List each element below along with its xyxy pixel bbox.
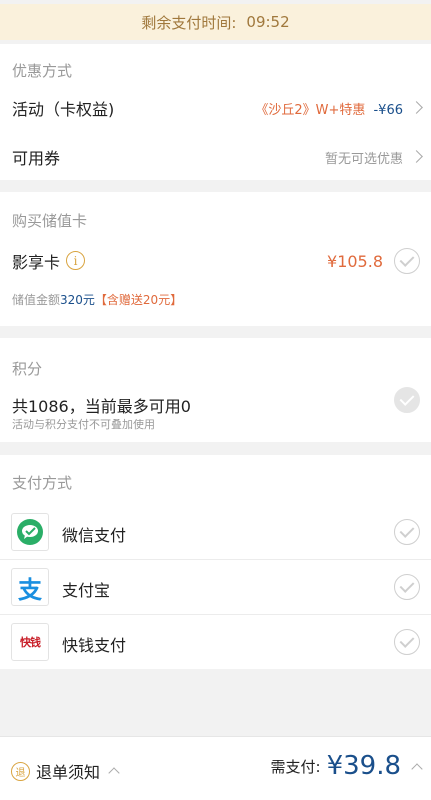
pay-amount: ¥39.8 xyxy=(326,751,401,781)
payment-countdown-bar: 剩余支付时间: 09:52 xyxy=(0,0,431,40)
refund-label: 退单须知 xyxy=(36,763,101,782)
coupon-value: 暂无可选优惠 xyxy=(324,152,403,167)
discount-section-title: 优惠方式 xyxy=(12,62,73,80)
kuaiqian-icon: 快钱 xyxy=(11,623,49,661)
chevron-right-icon xyxy=(410,101,423,114)
chevron-right-icon xyxy=(410,150,423,163)
payment-section-title: 支付方式 xyxy=(12,474,73,492)
payment-method-wechat[interactable]: 微信支付 xyxy=(0,505,431,559)
card-amount-line: 储值金额320元【含赠送20元】 xyxy=(12,293,183,307)
chevron-up-icon[interactable] xyxy=(411,763,423,775)
activity-amount: -¥66 xyxy=(373,103,403,118)
card-gift: 【含赠送20元】 xyxy=(94,293,183,307)
checkout-footer: 退 退单须知 需支付: ¥39.8 xyxy=(0,736,431,800)
payment-method-label: 微信支付 xyxy=(62,526,127,545)
countdown-value: 09:52 xyxy=(246,13,290,31)
payment-section: 支付方式 微信支付 支 支付宝 快钱 快钱支付 xyxy=(0,455,431,669)
discount-section: 优惠方式 活动（卡权益) 《沙丘2》W+特惠 -¥66 可用券 暂无可选优惠 xyxy=(0,44,431,180)
pay-total: 需支付: ¥39.8 xyxy=(270,751,423,781)
alipay-icon: 支 xyxy=(11,568,49,606)
stored-card-section: 购买储值卡 影享卡 i ¥105.8 储值金额320元【含赠送20元】 xyxy=(0,192,431,326)
info-icon[interactable]: i xyxy=(66,251,85,270)
wechat-pay-icon xyxy=(11,513,49,551)
points-section: 积分 共1086，当前最多可用0 活动与积分支付不可叠加使用 xyxy=(0,338,431,442)
alipay-select-checkbox[interactable] xyxy=(394,574,420,600)
refund-notice-button[interactable]: 退 退单须知 xyxy=(11,759,120,783)
kuaiqian-select-checkbox[interactable] xyxy=(394,629,420,655)
activity-label: 活动（卡权益) xyxy=(12,100,115,119)
coupon-row[interactable]: 可用券 暂无可选优惠 xyxy=(0,136,431,176)
points-checkbox[interactable] xyxy=(394,387,420,413)
payment-method-kuaiqian[interactable]: 快钱 快钱支付 xyxy=(0,615,431,669)
card-amount-value: 320元 xyxy=(60,293,95,307)
card-name: 影享卡 xyxy=(12,253,61,272)
payment-method-label: 快钱支付 xyxy=(62,636,127,655)
activity-movie: 《沙丘2》W+特惠 xyxy=(255,103,366,118)
payment-method-label: 支付宝 xyxy=(62,581,111,600)
card-select-checkbox[interactable] xyxy=(394,248,420,274)
pay-label: 需支付: xyxy=(270,757,321,776)
card-price: ¥105.8 xyxy=(327,252,383,271)
stored-card-section-title: 购买储值卡 xyxy=(12,212,88,230)
wechat-select-checkbox[interactable] xyxy=(394,519,420,545)
activity-row[interactable]: 活动（卡权益) 《沙丘2》W+特惠 -¥66 xyxy=(0,88,431,128)
points-summary: 共1086，当前最多可用0 xyxy=(12,397,191,416)
points-note: 活动与积分支付不可叠加使用 xyxy=(12,418,155,431)
refund-badge-icon: 退 xyxy=(11,761,30,781)
payment-method-alipay[interactable]: 支 支付宝 xyxy=(0,560,431,614)
countdown-label: 剩余支付时间: xyxy=(141,13,237,32)
chevron-up-icon xyxy=(108,767,120,779)
coupon-label: 可用券 xyxy=(12,149,61,168)
points-section-title: 积分 xyxy=(12,360,43,378)
